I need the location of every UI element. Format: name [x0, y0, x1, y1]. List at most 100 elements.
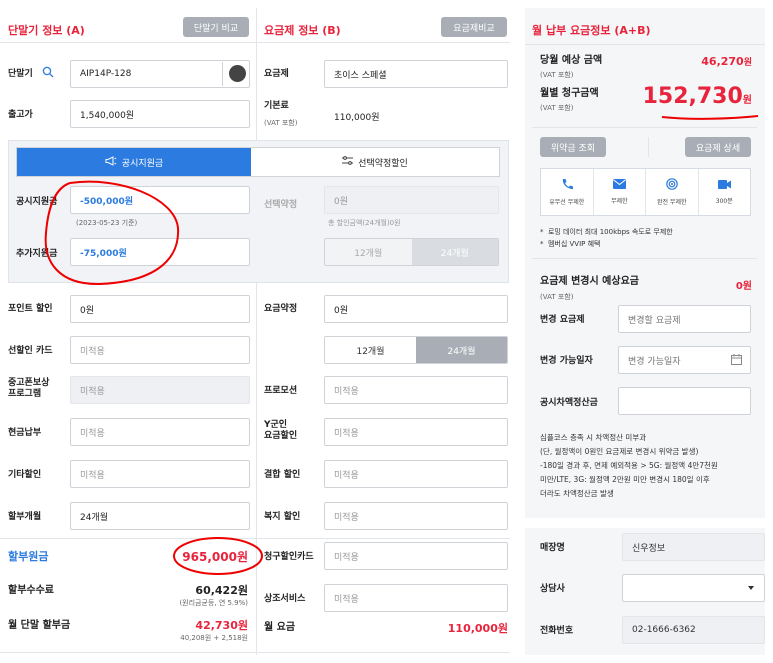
monthly-fee-value: 110,000원 — [447, 622, 508, 635]
month-estimate-label: 당월 예상 금액 — [540, 55, 603, 66]
bundle-label: 결합 할인 — [264, 470, 301, 480]
settle-field[interactable] — [618, 387, 751, 415]
contract-label: 선택약정 — [264, 200, 298, 210]
mail-icon — [612, 179, 626, 192]
plan-contract-12m[interactable]: 12개월 — [325, 337, 416, 363]
months-label: 할부개월 — [8, 512, 42, 522]
principal-label: 할부원금 — [8, 550, 49, 563]
prepaid-card-field[interactable]: 미적용 — [70, 336, 250, 364]
change-plan-field[interactable]: 변경할 요금제 — [618, 305, 751, 333]
sliders-icon — [342, 156, 354, 168]
contract-12m: 12개월 — [325, 239, 412, 265]
settle-label: 공시차액정산금 — [540, 398, 598, 408]
column-divider — [256, 283, 257, 655]
bill-label: 월별 청구금액 — [540, 88, 599, 99]
bundle-field[interactable]: 미적용 — [324, 460, 508, 488]
bill-card-label: 청구할인카드 — [264, 552, 314, 562]
monthly-fee-label: 월 요금 — [264, 622, 296, 633]
phone-icon — [561, 178, 573, 193]
point-discount-field[interactable]: 0원 — [70, 295, 250, 323]
bill-value: 152,730원 — [642, 84, 752, 109]
cash-label: 현금납부 — [8, 428, 42, 438]
welfare-field[interactable]: 미적용 — [324, 502, 508, 530]
penalty-button[interactable]: 위약금 조회 — [540, 137, 606, 157]
agent-select[interactable] — [622, 574, 765, 602]
fee-note: (원리금균등, 연 5.9%) — [179, 599, 248, 607]
feature-item: 유무선 무제한 — [541, 169, 594, 215]
principal-highlight-circle — [173, 537, 263, 575]
ygen-field[interactable]: 미적용 — [324, 418, 508, 446]
point-discount-label: 포인트 할인 — [8, 304, 53, 314]
promo-label: 프로모션 — [264, 386, 298, 396]
promo-field[interactable]: 미적용 — [324, 376, 508, 404]
device-section-title: 단말기 정보 (A) — [8, 24, 85, 37]
monthly-installment-note: 40,208원 + 2,518원 — [180, 634, 248, 642]
device-color-swatch[interactable] — [229, 65, 246, 82]
plan-detail-button[interactable]: 요금제 상세 — [685, 137, 751, 157]
tab-public-support[interactable]: 공시지원금 — [17, 148, 251, 176]
other-discount-label: 기타할인 — [8, 470, 42, 480]
bill-sub: (VAT 포함) — [540, 104, 574, 112]
price-label: 출고가 — [8, 110, 33, 120]
plan-compare-button[interactable]: 요금제비교 — [441, 17, 507, 37]
addon-field[interactable]: 미적용 — [324, 584, 508, 612]
month-estimate-value: 46,270원 — [701, 55, 752, 68]
chevron-down-icon[interactable] — [748, 586, 754, 590]
monthly-installment-label: 월 단말 할부금 — [8, 620, 71, 631]
welfare-label: 복지 할인 — [264, 512, 301, 522]
note-item: * 로밍 데이터 최대 100kbps 속도로 무제한 — [540, 228, 673, 236]
payment-title: 월 납부 요금정보 (A+B) — [532, 24, 651, 37]
bill-card-field[interactable]: 미적용 — [324, 542, 508, 570]
agent-label: 상담사 — [540, 584, 565, 594]
phone-field: 02-1666-6362 — [622, 616, 765, 644]
addon-label: 상조서비스 — [264, 594, 306, 604]
other-discount-field[interactable]: 미적용 — [70, 460, 250, 488]
change-sub: (VAT 포함) — [540, 293, 574, 301]
store-name-field: 신우정보 — [622, 533, 765, 561]
support-highlight-circle — [44, 180, 180, 286]
used-phone-field: 미적용 — [70, 376, 250, 404]
contract-note: 총 할인금액(24개월)0원 — [328, 219, 401, 227]
video-icon — [717, 179, 731, 192]
footer-divider — [0, 652, 510, 653]
fee-label: 할부수수료 — [8, 585, 54, 596]
prepaid-card-label: 선할인 카드 — [8, 346, 53, 356]
discount-tabs: 공시지원금 선택약정할인 — [16, 147, 500, 177]
column-divider — [256, 8, 257, 148]
month-estimate-sub: (VAT 포함) — [540, 71, 574, 79]
feature-item: 완전 무제한 — [646, 169, 699, 215]
plan-section-title: 요금제 정보 (B) — [264, 24, 341, 37]
base-fee-label: 기본료 — [264, 101, 289, 111]
plan-contract-24m[interactable]: 24개월 — [416, 337, 507, 363]
feature-item: 300분 — [699, 169, 751, 215]
plan-contract-segment: 12개월 24개월 — [324, 336, 508, 364]
phone-label: 전화번호 — [540, 626, 574, 636]
change-date-label: 변경 가능일자 — [540, 356, 593, 366]
change-title: 요금제 변경시 예상요금 — [540, 276, 639, 287]
feature-item: 무제한 — [594, 169, 646, 215]
base-fee-value: 110,000원 — [334, 113, 380, 123]
store-name-label: 매장명 — [540, 543, 565, 553]
fee-value: 60,422원 — [195, 584, 248, 597]
change-description: 심플코스 층족 시 차액정산 미부과 (단, 월정액이 0원인 요금제로 변경시… — [540, 433, 718, 498]
plan-contract-field[interactable]: 0원 — [324, 295, 508, 323]
tab-selective-contract[interactable]: 선택약정할인 — [251, 148, 499, 176]
change-plan-label: 변경 요금제 — [540, 315, 585, 325]
wifi-icon — [665, 178, 678, 193]
megaphone-icon — [105, 155, 117, 169]
used-phone-label: 중고폰보상 프로그램 — [8, 378, 50, 400]
cash-field[interactable]: 미적용 — [70, 418, 250, 446]
device-field[interactable]: AIP14P-128 — [70, 60, 250, 88]
base-fee-sub: (VAT 포함) — [264, 119, 298, 127]
contract-field: 0원 — [324, 186, 499, 214]
bill-underline — [661, 115, 759, 120]
calendar-icon[interactable] — [731, 354, 742, 368]
search-icon[interactable] — [42, 66, 54, 81]
device-compare-button[interactable]: 단말기 비교 — [183, 17, 249, 37]
plan-label: 요금제 — [264, 69, 289, 79]
plan-field[interactable]: 초이스 스페셜 — [324, 60, 508, 88]
ygen-label: Y군인 요금할인 — [264, 420, 298, 442]
note-item: * 멤버십 VVIP 혜택 — [540, 240, 601, 248]
months-field[interactable]: 24개월 — [70, 502, 250, 530]
plan-contract-label: 요금약정 — [264, 304, 298, 314]
